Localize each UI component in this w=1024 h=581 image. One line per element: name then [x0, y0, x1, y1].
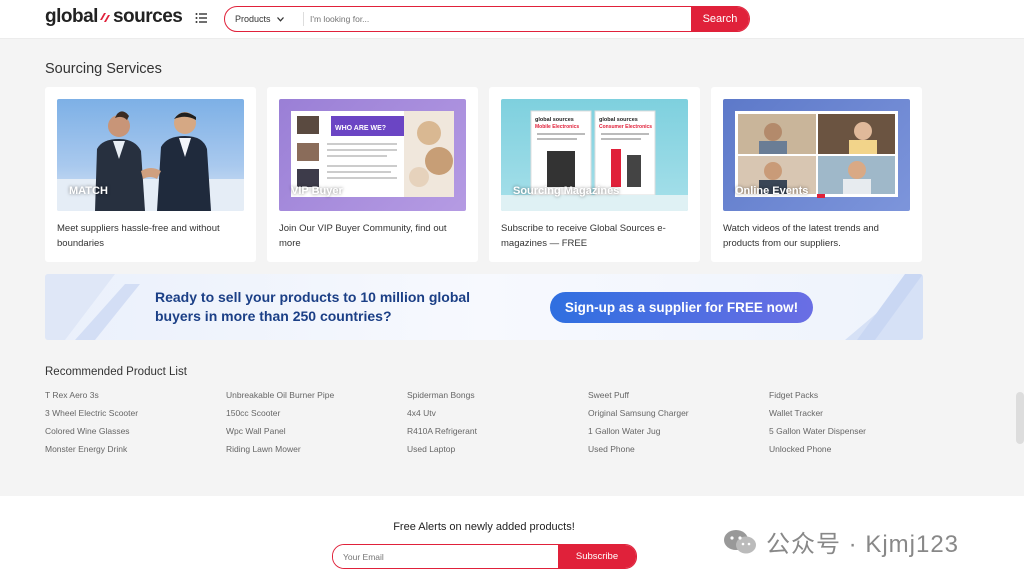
product-link[interactable]: Wallet Tracker [769, 407, 950, 420]
product-link[interactable]: Spiderman Bongs [407, 389, 588, 402]
card-description: Meet suppliers hassle-free and without b… [57, 223, 220, 249]
product-link[interactable]: Used Phone [588, 443, 769, 456]
product-link[interactable]: 5 Gallon Water Dispenser [769, 425, 950, 438]
product-link[interactable]: Sweet Puff [588, 389, 769, 402]
card-label: VIP Buyer [291, 185, 343, 197]
search-category-select[interactable]: Products [225, 12, 304, 26]
recommended-title: Recommended Product List [45, 366, 187, 378]
product-link[interactable]: T Rex Aero 3s [45, 389, 226, 402]
section-title: Sourcing Services [45, 61, 162, 77]
product-link[interactable]: Used Laptop [407, 443, 588, 456]
card-sourcing-magazines[interactable]: global sources Mobile Electronics global… [489, 87, 700, 262]
global-sources-logo[interactable]: global sources [45, 6, 183, 28]
sourcing-magazines-image: global sources Mobile Electronics global… [501, 99, 688, 211]
card-vip-buyer[interactable]: WHO ARE WE? VIP Buyer Join Our VIP Buyer… [267, 87, 478, 262]
wechat-icon [724, 529, 756, 553]
card-label: Online Events [735, 185, 809, 197]
product-link[interactable]: Monster Energy Drink [45, 443, 226, 456]
card-match[interactable]: MATCH Meet suppliers hassle-free and wit… [45, 87, 256, 262]
card-label: MATCH [69, 185, 108, 197]
product-link[interactable]: Wpc Wall Panel [226, 425, 407, 438]
product-link[interactable]: Colored Wine Glasses [45, 425, 226, 438]
logo-text-global: global [45, 6, 98, 27]
search-button[interactable]: Search [691, 7, 749, 31]
sourcing-cards: MATCH Meet suppliers hassle-free and wit… [45, 87, 922, 262]
svg-text:global sources: global sources [535, 117, 574, 123]
search-input[interactable] [304, 13, 691, 25]
card-label: Sourcing Magazines [513, 185, 620, 197]
subscribe-form: Subscribe [332, 544, 637, 569]
subscribe-button[interactable]: Subscribe [558, 545, 636, 568]
card-description: Watch videos of the latest trends and pr… [723, 223, 879, 249]
email-field[interactable] [333, 545, 558, 568]
recommended-product-list: T Rex Aero 3s Unbreakable Oil Burner Pip… [45, 389, 945, 456]
search-bar: Products Search [224, 6, 750, 32]
product-link[interactable]: Fidget Packs [769, 389, 950, 402]
svg-text:global sources: global sources [599, 117, 638, 123]
product-link[interactable]: 1 Gallon Water Jug [588, 425, 769, 438]
watermark-text: 公众号 · Kjmj123 [766, 531, 960, 558]
brochure-panel-title: WHO ARE WE? [335, 125, 386, 132]
top-header: global sources Products Search [0, 0, 1024, 39]
magazine-title-1: Mobile Electronics [535, 124, 579, 130]
search-category-label: Products [235, 14, 271, 24]
watermark: 公众号 · Kjmj123 [722, 524, 959, 559]
supplier-signup-banner[interactable]: Ready to sell your products to 10 millio… [45, 274, 923, 340]
signup-supplier-button[interactable]: Sign-up as a supplier for FREE now! [550, 292, 813, 323]
product-link[interactable]: 4x4 Utv [407, 407, 588, 420]
category-menu-icon[interactable] [195, 11, 209, 25]
match-image: MATCH [57, 99, 244, 211]
product-link[interactable]: R410A Refrigerant [407, 425, 588, 438]
vip-buyer-image: WHO ARE WE? VIP Buyer [279, 99, 466, 211]
chevron-down-icon [276, 16, 284, 22]
product-link[interactable]: Original Samsung Charger [588, 407, 769, 420]
card-description: Join Our VIP Buyer Community, find out m… [279, 223, 447, 249]
card-description: Subscribe to receive Global Sources e-ma… [501, 223, 666, 249]
product-link[interactable]: Unbreakable Oil Burner Pipe [226, 389, 407, 402]
card-online-events[interactable]: Online Events Watch videos of the latest… [711, 87, 922, 262]
product-link[interactable]: Riding Lawn Mower [226, 443, 407, 456]
logo-text-sources: sources [112, 6, 183, 27]
product-link[interactable]: 3 Wheel Electric Scooter [45, 407, 226, 420]
scrollbar-thumb[interactable] [1016, 392, 1024, 444]
magazine-title-2: Consumer Electronics [599, 124, 652, 130]
online-events-image: Online Events [723, 99, 910, 211]
logo-mark-icon [99, 11, 112, 24]
product-link[interactable]: Unlocked Phone [769, 443, 950, 456]
banner-text: Ready to sell your products to 10 millio… [155, 289, 471, 324]
product-link[interactable]: 150cc Scooter [226, 407, 407, 420]
